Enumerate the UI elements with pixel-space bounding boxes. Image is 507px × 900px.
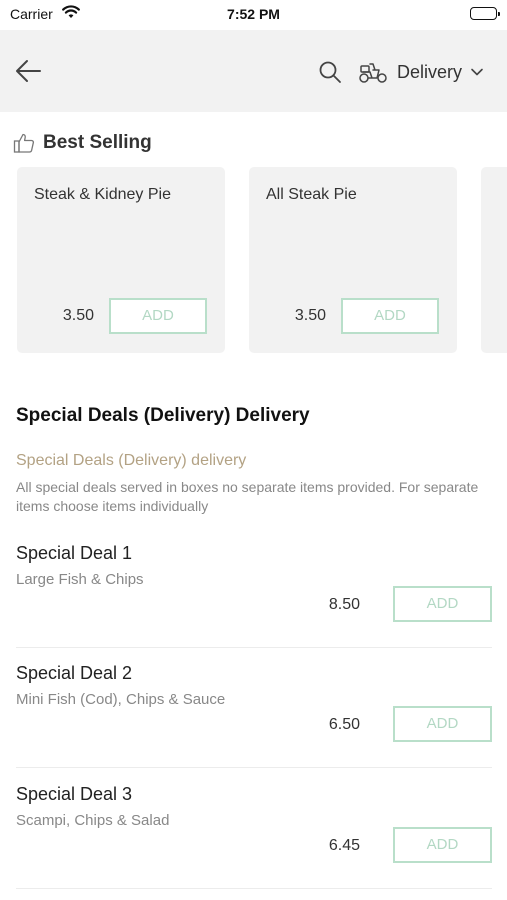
battery-icon — [470, 7, 500, 20]
section-description: All special deals served in boxes no sep… — [16, 479, 479, 514]
add-button[interactable]: ADD — [393, 586, 492, 622]
product-name: Steak & Kidney Pie — [34, 186, 171, 203]
section-subtitle: Special Deals (Delivery) delivery — [16, 452, 247, 469]
product-price: 3.50 — [62, 307, 94, 324]
battery-nub — [498, 11, 500, 16]
add-button[interactable]: ADD — [341, 298, 439, 334]
product-name: All Steak Pie — [266, 186, 357, 203]
best-selling-title: Best Selling — [43, 132, 152, 153]
best-selling-carousel[interactable]: Steak & Kidney Pie 3.50 ADD All Steak Pi… — [17, 167, 507, 353]
thumbs-up-icon — [13, 133, 35, 153]
deal-price: 8.50 — [328, 596, 360, 613]
deal-description: Scampi, Chips & Salad — [16, 812, 170, 829]
status-time: 7:52 PM — [227, 6, 280, 22]
delivery-mode-selector[interactable]: Delivery — [358, 57, 484, 87]
nav-bar: Delivery — [0, 30, 507, 112]
delivery-mode-label: Delivery — [397, 61, 463, 82]
product-card[interactable]: All Steak Pie 3.50 ADD — [249, 167, 457, 353]
scooter-icon — [359, 63, 387, 83]
search-button[interactable] — [318, 60, 342, 84]
back-button[interactable] — [14, 58, 44, 84]
add-button[interactable]: ADD — [393, 706, 492, 742]
best-selling-header: Best Selling — [13, 130, 152, 156]
list-item[interactable]: Special Deal 2 Mini Fish (Cod), Chips & … — [0, 663, 507, 783]
product-card-partial[interactable] — [481, 167, 507, 353]
search-icon — [319, 61, 341, 83]
divider — [16, 888, 492, 889]
deal-name: Special Deal 3 — [16, 784, 133, 804]
chevron-down-icon — [471, 68, 483, 76]
divider — [16, 647, 492, 648]
add-button[interactable]: ADD — [109, 298, 207, 334]
deal-name: Special Deal 2 — [16, 663, 133, 683]
deal-description: Large Fish & Chips — [16, 571, 144, 588]
divider — [16, 767, 492, 768]
deal-price: 6.50 — [328, 716, 360, 733]
add-button[interactable]: ADD — [393, 827, 492, 863]
deal-name: Special Deal 1 — [16, 543, 133, 563]
section-title: Special Deals (Delivery) Delivery — [16, 405, 310, 426]
product-card[interactable]: Steak & Kidney Pie 3.50 ADD — [17, 167, 225, 353]
product-price: 3.50 — [294, 307, 326, 324]
list-item[interactable]: Special Deal 1 Large Fish & Chips 8.50 A… — [0, 543, 507, 663]
status-bar: Carrier 7:52 PM — [0, 0, 507, 30]
arrow-left-icon — [16, 60, 41, 82]
deal-price: 6.45 — [328, 837, 360, 854]
list-item[interactable]: Special Deal 3 Scampi, Chips & Salad 6.4… — [0, 784, 507, 900]
deal-description: Mini Fish (Cod), Chips & Sauce — [16, 691, 226, 708]
